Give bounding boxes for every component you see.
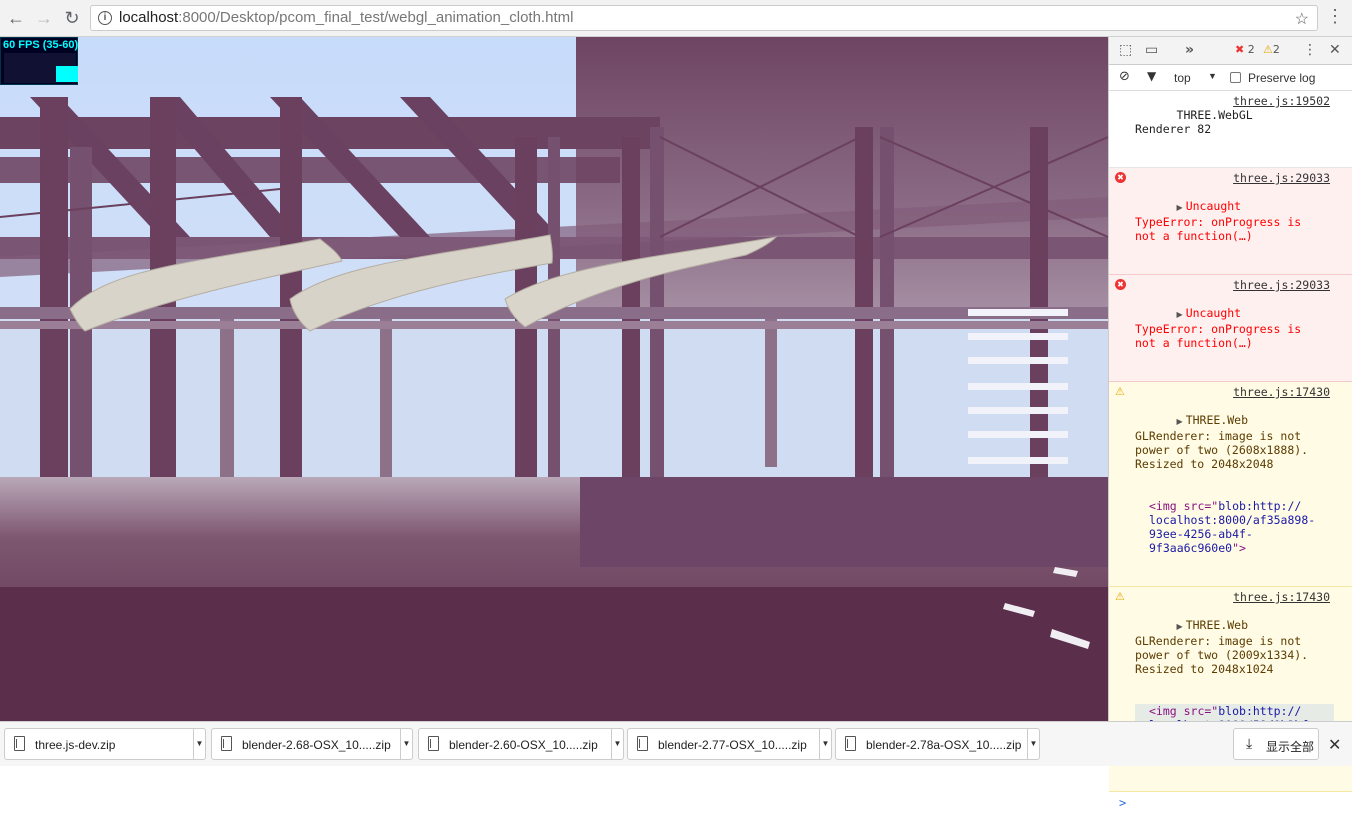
fps-graph	[4, 53, 78, 83]
inspect-element-icon[interactable]: ⬚	[1119, 42, 1132, 58]
clear-console-icon[interactable]: ⊘	[1119, 69, 1130, 84]
message-source-link[interactable]: three.js:29033	[1233, 278, 1330, 292]
file-icon	[221, 736, 232, 751]
console-log-message: THREE.WebGL Renderer 82 three.js:19502	[1109, 91, 1352, 168]
error-icon: ✖	[1115, 172, 1126, 183]
message-text: Uncaught TypeError: onProgress is not a …	[1135, 199, 1302, 243]
download-name: three.js-dev.zip	[35, 738, 116, 752]
message-source-link[interactable]: three.js:29033	[1233, 171, 1330, 185]
console-error-message: ✖ ▶ Uncaught TypeError: onProgress is not…	[1109, 275, 1352, 382]
warning-icon: ⚠	[1115, 590, 1125, 603]
download-item[interactable]: blender-2.77-OSX_10.....zip ▼	[627, 728, 832, 760]
chevron-down-icon[interactable]: ▼	[1208, 71, 1217, 81]
message-text: THREE.Web GLRenderer: image is not power…	[1135, 618, 1309, 676]
console-filter-bar: ⊘ ▼ top ▼ Preserve log	[1109, 65, 1352, 91]
download-icon: ⤓	[1246, 736, 1253, 752]
download-item[interactable]: blender-2.78a-OSX_10.....zip ▼	[835, 728, 1040, 760]
forward-arrow-icon[interactable]: →	[32, 6, 56, 30]
message-text: THREE.WebGL Renderer 82	[1135, 108, 1253, 136]
console-error-message: ✖ ▶ Uncaught TypeError: onProgress is not…	[1109, 168, 1352, 275]
download-name: blender-2.60-OSX_10.....zip	[449, 738, 598, 752]
file-icon	[845, 736, 856, 751]
context-select[interactable]: top	[1174, 71, 1191, 85]
blob-tag-open: <img src="	[1149, 499, 1219, 513]
message-source-link[interactable]: three.js:17430	[1233, 590, 1330, 604]
back-arrow-icon[interactable]: ←	[4, 6, 28, 30]
url-path: :8000/Desktop/pcom_final_test/webgl_anim…	[178, 9, 574, 26]
console-warning-message: ⚠ ▶ THREE.Web GLRenderer: image is not po…	[1109, 382, 1352, 587]
img-blob-element[interactable]: <img src="blob:http:// localhost:8000/af…	[1135, 499, 1334, 555]
file-icon	[637, 736, 648, 751]
show-all-downloads-button[interactable]: ⤓ 显示全部	[1233, 728, 1319, 760]
message-source-link[interactable]: three.js:19502	[1233, 94, 1330, 108]
info-icon[interactable]: i	[98, 11, 112, 25]
message-text: THREE.Web GLRenderer: image is not power…	[1135, 413, 1309, 471]
chevron-down-icon[interactable]: ▼	[819, 729, 831, 759]
filter-icon[interactable]: ▼	[1147, 69, 1156, 83]
blob-tag-open: <img src="	[1149, 704, 1219, 718]
close-shelf-icon[interactable]: ✕	[1328, 735, 1341, 754]
message-text: Uncaught TypeError: onProgress is not a …	[1135, 306, 1302, 350]
download-name: blender-2.68-OSX_10.....zip	[242, 738, 391, 752]
close-icon[interactable]: ✕	[1329, 42, 1341, 58]
fps-graph-bar	[56, 66, 78, 82]
show-all-label: 显示全部	[1266, 740, 1315, 754]
chevron-down-icon[interactable]: ▼	[193, 729, 205, 759]
expand-triangle-icon[interactable]: ▶	[1177, 417, 1183, 426]
file-icon	[14, 736, 25, 751]
kebab-menu-icon[interactable]: ⋮	[1326, 6, 1344, 30]
fps-label: 60 FPS (35-60)	[3, 39, 79, 51]
reload-icon[interactable]: ↻	[60, 6, 84, 30]
url-host: localhost	[119, 9, 179, 26]
download-item[interactable]: blender-2.68-OSX_10.....zip ▼	[211, 728, 413, 760]
expand-triangle-icon[interactable]: ▶	[1177, 622, 1183, 631]
console-messages: THREE.WebGL Renderer 82 three.js:19502 ✖…	[1109, 91, 1352, 814]
devtools-menu-icon[interactable]: ⋮	[1303, 42, 1317, 58]
error-icon: ✖	[1115, 279, 1126, 290]
expand-triangle-icon[interactable]: ▶	[1177, 310, 1183, 319]
preserve-log-label: Preserve log	[1248, 71, 1316, 85]
device-toolbar-icon[interactable]: ▭	[1145, 42, 1158, 58]
console-prompt[interactable]: >	[1109, 792, 1352, 814]
chevron-down-icon[interactable]: ▼	[1027, 729, 1039, 759]
download-item[interactable]: three.js-dev.zip ▼	[4, 728, 206, 760]
download-name: blender-2.77-OSX_10.....zip	[658, 738, 807, 752]
fps-meter[interactable]: 60 FPS (35-60)	[0, 37, 78, 85]
download-item[interactable]: blender-2.60-OSX_10.....zip ▼	[418, 728, 624, 760]
download-shelf: three.js-dev.zip ▼ blender-2.68-OSX_10..…	[0, 721, 1352, 766]
expand-triangle-icon[interactable]: ▶	[1177, 203, 1183, 212]
devtools-toolbar: ⬚ ▭ » ✖ 2 ⚠2 ⋮ ✕	[1109, 37, 1352, 65]
address-bar[interactable]: i localhost:8000/Desktop/pcom_final_test…	[90, 5, 1318, 31]
chevron-down-icon[interactable]: ▼	[400, 729, 412, 759]
blob-tag-close: ">	[1232, 541, 1246, 555]
message-source-link[interactable]: three.js:17430	[1233, 385, 1330, 399]
star-icon[interactable]: ☆	[1295, 8, 1309, 32]
file-icon	[428, 736, 439, 751]
more-tabs-icon[interactable]: »	[1185, 42, 1194, 58]
cloth-scene	[0, 37, 1108, 721]
error-count[interactable]: ✖ 2	[1235, 43, 1255, 56]
download-name: blender-2.78a-OSX_10.....zip	[866, 738, 1022, 752]
webgl-canvas[interactable]: 60 FPS (35-60)	[0, 37, 1108, 721]
browser-toolbar: ← → ↻ i localhost:8000/Desktop/pcom_fina…	[0, 0, 1352, 37]
chevron-down-icon[interactable]: ▼	[611, 729, 623, 759]
preserve-log-checkbox[interactable]	[1230, 72, 1241, 83]
devtools-panel: ⬚ ▭ » ✖ 2 ⚠2 ⋮ ✕ ⊘ ▼ top ▼ Preserve log …	[1108, 37, 1352, 810]
warning-count[interactable]: ⚠2	[1263, 43, 1280, 56]
warning-icon: ⚠	[1115, 385, 1125, 398]
